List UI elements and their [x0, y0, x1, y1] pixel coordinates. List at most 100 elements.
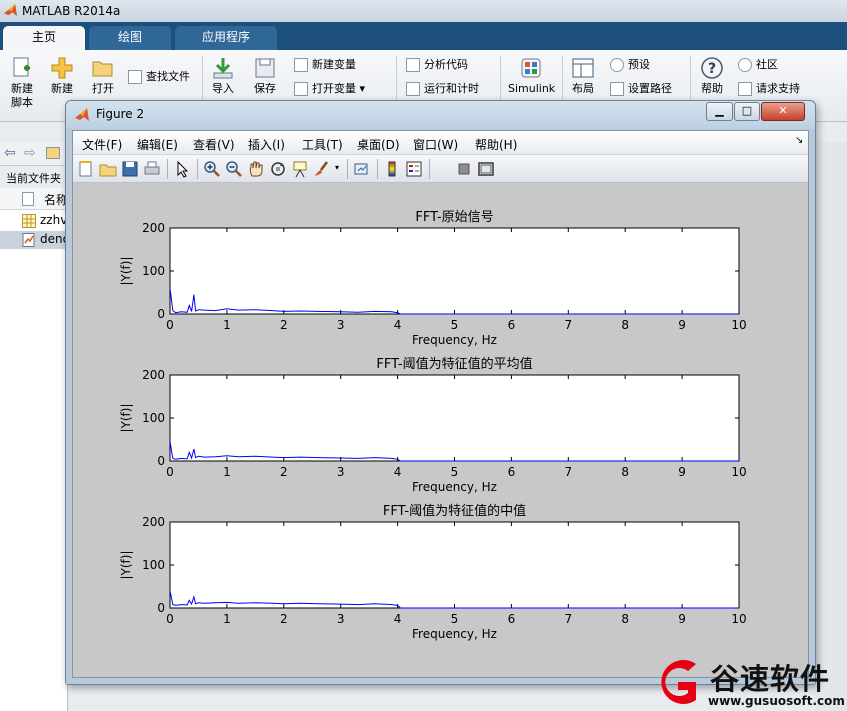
current-folder-header: 当前文件夹 [0, 166, 68, 188]
rotate-3d-icon[interactable] [269, 160, 287, 178]
menu-window[interactable]: 窗口(W) [413, 136, 458, 153]
legend-icon[interactable] [405, 160, 423, 178]
minimize-button[interactable]: ▁ [706, 102, 733, 121]
menu-desktop[interactable]: 桌面(D) [357, 136, 400, 153]
x-tick-label: 3 [337, 465, 345, 479]
matlab-figure-icon [75, 108, 89, 121]
edit-plot-icon[interactable] [173, 160, 191, 178]
address-bar: ⇦ ⇨ [0, 142, 68, 166]
menu-insert[interactable]: 插入(I) [248, 136, 285, 153]
new-variable-icon [294, 58, 308, 72]
open-variable-button[interactable]: 打开变量 ▾ [294, 82, 365, 96]
watermark-url: www.gusuosoft.com [708, 694, 845, 708]
simulink-label: Simulink [508, 82, 556, 95]
new-variable-button[interactable]: 新建变量 [294, 58, 356, 72]
zoom-out-icon[interactable] [225, 160, 243, 178]
document-icon [22, 192, 34, 206]
tab-apps[interactable]: 应用程序 [175, 26, 277, 50]
file-row[interactable]: deno [0, 231, 70, 249]
brush-dropdown-icon[interactable]: ▾ [335, 163, 339, 172]
file-row[interactable]: zzhv [0, 212, 68, 230]
pan-icon[interactable] [247, 160, 265, 178]
screen: MATLAB R2014a 主页 绘图 应用程序 新建 脚本 新建 打开 查找文… [0, 0, 847, 711]
menu-help[interactable]: 帮助(H) [475, 136, 517, 153]
open-variable-label: 打开变量 [312, 82, 356, 95]
new-script-label: 新建 脚本 [11, 82, 33, 109]
open-file-icon[interactable] [99, 160, 117, 178]
import-button[interactable]: 导入 [208, 56, 238, 96]
run-and-time-button[interactable]: 运行和计时 [406, 82, 479, 96]
x-tick-label: 2 [280, 318, 288, 332]
name-column-header[interactable]: 名称 [0, 188, 68, 210]
community-button[interactable]: 社区 [738, 58, 778, 72]
figure-title-bar[interactable]: Figure 2 ▁ □ ✕ [66, 101, 815, 129]
close-button[interactable]: ✕ [761, 102, 805, 121]
layout-icon [572, 58, 594, 78]
zoom-in-icon[interactable] [203, 160, 221, 178]
up-folder-icon[interactable] [46, 147, 60, 159]
y-tick-label: 200 [142, 368, 165, 382]
subplot-title: FFT-阈值为特征值的中值 [383, 503, 526, 519]
analyze-code-icon [406, 58, 420, 72]
data-cursor-icon[interactable] [291, 160, 309, 178]
help-button[interactable]: ? 帮助 [698, 56, 726, 96]
main-title-bar: MATLAB R2014a [0, 0, 847, 22]
tab-home-label: 主页 [31, 30, 56, 44]
x-tick-label: 4 [394, 612, 402, 626]
x-tick-label: 6 [508, 465, 516, 479]
y-axis-label: |Y(f)| [119, 550, 133, 579]
new-figure-icon[interactable] [77, 160, 95, 178]
x-tick-label: 0 [166, 612, 174, 626]
find-files-button[interactable]: 查找文件 [128, 70, 190, 84]
maximize-button[interactable]: □ [734, 102, 760, 121]
x-tick-label: 8 [621, 612, 629, 626]
x-tick-label: 2 [280, 612, 288, 626]
y-axis-label: |Y(f)| [119, 403, 133, 432]
x-tick-label: 9 [678, 465, 686, 479]
menu-tools[interactable]: 工具(T) [302, 136, 343, 153]
open-button[interactable]: 打开 [88, 56, 118, 96]
x-axis-label: Frequency, Hz [412, 333, 497, 347]
current-folder-panel: 当前文件夹 名称 zzhv deno [0, 166, 70, 711]
toolbar-separator [377, 159, 378, 179]
link-plot-icon[interactable] [353, 160, 371, 178]
show-plot-tools-icon[interactable] [477, 160, 495, 178]
save-workspace-button[interactable]: 保存 [250, 56, 280, 96]
set-path-label: 设置路径 [628, 82, 672, 95]
tab-plots[interactable]: 绘图 [89, 26, 171, 50]
analyze-code-button[interactable]: 分析代码 [406, 58, 468, 72]
tab-apps-label: 应用程序 [201, 30, 250, 44]
hide-plot-tools-icon[interactable] [455, 160, 473, 178]
subplot-title: FFT-阈值为特征值的平均值 [376, 356, 532, 372]
tab-home[interactable]: 主页 [3, 26, 85, 50]
request-support-icon [738, 82, 752, 96]
save-icon[interactable] [121, 160, 139, 178]
set-path-button[interactable]: 设置路径 [610, 82, 672, 96]
x-tick-label: 9 [678, 612, 686, 626]
dock-arrow-icon[interactable]: ↘ [795, 135, 803, 146]
menu-view[interactable]: 查看(V) [193, 136, 235, 153]
layout-button[interactable]: 布局 [568, 56, 598, 96]
y-axis-label: |Y(f)| [119, 256, 133, 285]
new-script-button[interactable]: 新建 脚本 [6, 56, 38, 110]
request-support-button[interactable]: 请求支持 [738, 82, 800, 96]
x-tick-label: 6 [508, 318, 516, 332]
back-arrow-icon[interactable]: ⇦ [4, 145, 16, 161]
menu-file[interactable]: 文件(F) [82, 136, 122, 153]
colorbar-icon[interactable] [383, 160, 401, 178]
find-files-icon [128, 70, 142, 84]
brush-icon[interactable] [313, 160, 331, 178]
menu-edit[interactable]: 编辑(E) [137, 136, 178, 153]
x-tick-label: 8 [621, 465, 629, 479]
import-data-icon [213, 58, 233, 79]
x-tick-label: 4 [394, 318, 402, 332]
toolbar-separator [167, 159, 168, 179]
simulink-button[interactable]: Simulink [508, 56, 556, 96]
toolbar-separator [197, 159, 198, 179]
print-icon[interactable] [143, 160, 161, 178]
x-tick-label: 0 [166, 465, 174, 479]
preferences-button[interactable]: 预设 [610, 58, 650, 72]
open-variable-icon [294, 82, 308, 96]
new-button[interactable]: 新建 [46, 56, 78, 96]
forward-arrow-icon[interactable]: ⇨ [24, 145, 36, 161]
